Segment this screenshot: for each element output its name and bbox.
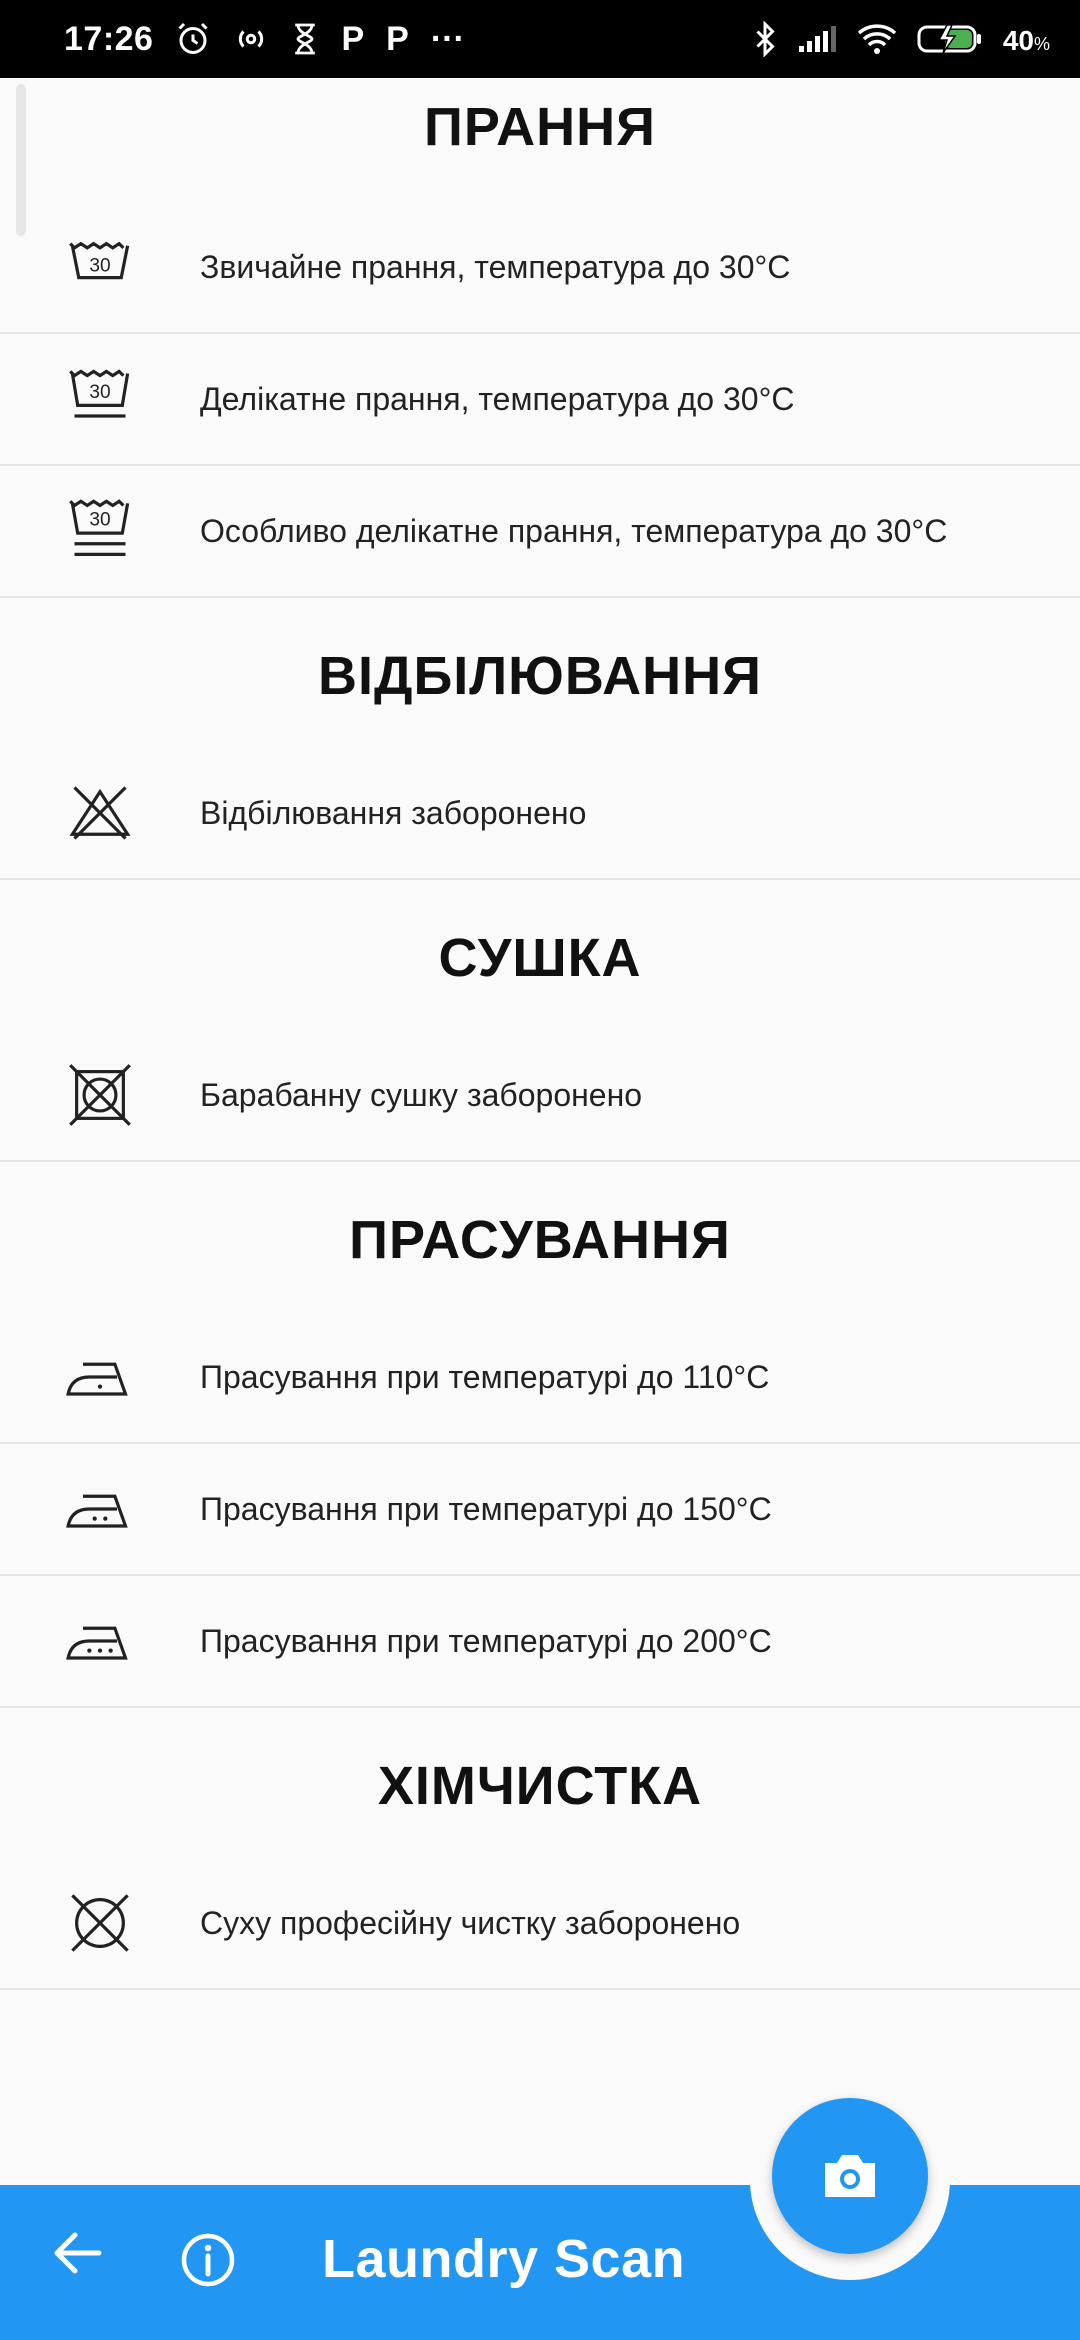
section-ironing: ПРАСУВАННЯ Прасування при температурі до… <box>0 1162 1080 1708</box>
svg-text:30: 30 <box>89 382 110 403</box>
battery-icon <box>917 23 983 55</box>
parking-icon-2: P <box>386 19 409 58</box>
parking-icon: P <box>341 19 365 58</box>
no-dry-clean-icon <box>0 1873 200 1973</box>
alarm-icon <box>175 21 211 57</box>
item-label: Особливо делікатне прання, температура д… <box>200 512 948 549</box>
hourglass-icon <box>291 22 319 56</box>
section-drying: СУШКА Барабанну сушку заборонено <box>0 880 1080 1162</box>
info-button[interactable] <box>180 2232 236 2288</box>
wash-30-gentle-icon: 30 <box>0 349 200 449</box>
info-icon <box>181 2233 235 2287</box>
camera-scan-button[interactable] <box>772 2098 928 2254</box>
app-title: Laundry Scan <box>322 2229 686 2289</box>
no-bleach-icon <box>0 763 200 863</box>
care-instructions-list[interactable]: ПРАННЯ 30 Звичайне прання, температура д… <box>0 78 1080 2185</box>
signal-icon <box>797 24 837 54</box>
item-label: Відбілювання заборонено <box>200 794 587 831</box>
back-button[interactable] <box>50 2225 106 2281</box>
iron-110-icon <box>0 1327 200 1427</box>
section-bleaching: ВІДБІЛЮВАННЯ Відбілювання заборонено <box>0 598 1080 880</box>
item-label: Прасування при температурі до 110°C <box>200 1358 770 1395</box>
status-bar: 17:26 P P ··· 40% <box>0 0 1080 78</box>
wash-30-very-gentle-icon: 30 <box>0 481 200 581</box>
list-item[interactable]: Прасування при температурі до 200°C <box>0 1576 1080 1708</box>
svg-text:30: 30 <box>89 510 110 531</box>
bluetooth-icon <box>753 21 777 57</box>
svg-text:30: 30 <box>89 255 110 276</box>
wash-30-icon: 30 <box>0 217 200 317</box>
camera-icon <box>825 2155 875 2197</box>
more-notifications-icon: ··· <box>430 19 465 58</box>
status-time: 17:26 <box>64 19 154 58</box>
list-item[interactable]: Прасування при температурі до 110°C <box>0 1276 1080 1444</box>
list-item[interactable]: Відбілювання заборонено <box>0 712 1080 880</box>
iron-150-icon <box>0 1459 200 1559</box>
list-item[interactable]: Прасування при температурі до 150°C <box>0 1444 1080 1576</box>
list-item[interactable]: 30 Особливо делікатне прання, температур… <box>0 466 1080 598</box>
hotspot-icon <box>233 21 269 57</box>
section-dry-cleaning: ХІМЧИСТКА Суху професійну чистку заборон… <box>0 1708 1080 1990</box>
item-label: Делікатне прання, температура до 30°C <box>200 380 795 417</box>
no-tumble-dry-icon <box>0 1045 200 1145</box>
item-label: Суху професійну чистку заборонено <box>200 1904 741 1941</box>
item-label: Прасування при температурі до 150°C <box>200 1490 772 1527</box>
list-item[interactable]: Суху професійну чистку заборонено <box>0 1822 1080 1990</box>
iron-200-icon <box>0 1591 200 1691</box>
item-label: Звичайне прання, температура до 30°C <box>200 248 791 285</box>
arrow-left-icon <box>54 2232 102 2274</box>
item-label: Барабанну сушку заборонено <box>200 1076 643 1113</box>
wifi-icon <box>857 23 897 55</box>
list-item[interactable]: 30 Звичайне прання, температура до 30°C <box>0 166 1080 334</box>
scrollbar[interactable] <box>16 84 26 236</box>
section-washing: ПРАННЯ 30 Звичайне прання, температура д… <box>0 78 1080 598</box>
list-item[interactable]: Барабанну сушку заборонено <box>0 994 1080 1162</box>
list-item[interactable]: 30 Делікатне прання, температура до 30°C <box>0 334 1080 466</box>
item-label: Прасування при температурі до 200°C <box>200 1622 772 1659</box>
battery-level: 40% <box>1002 24 1050 56</box>
